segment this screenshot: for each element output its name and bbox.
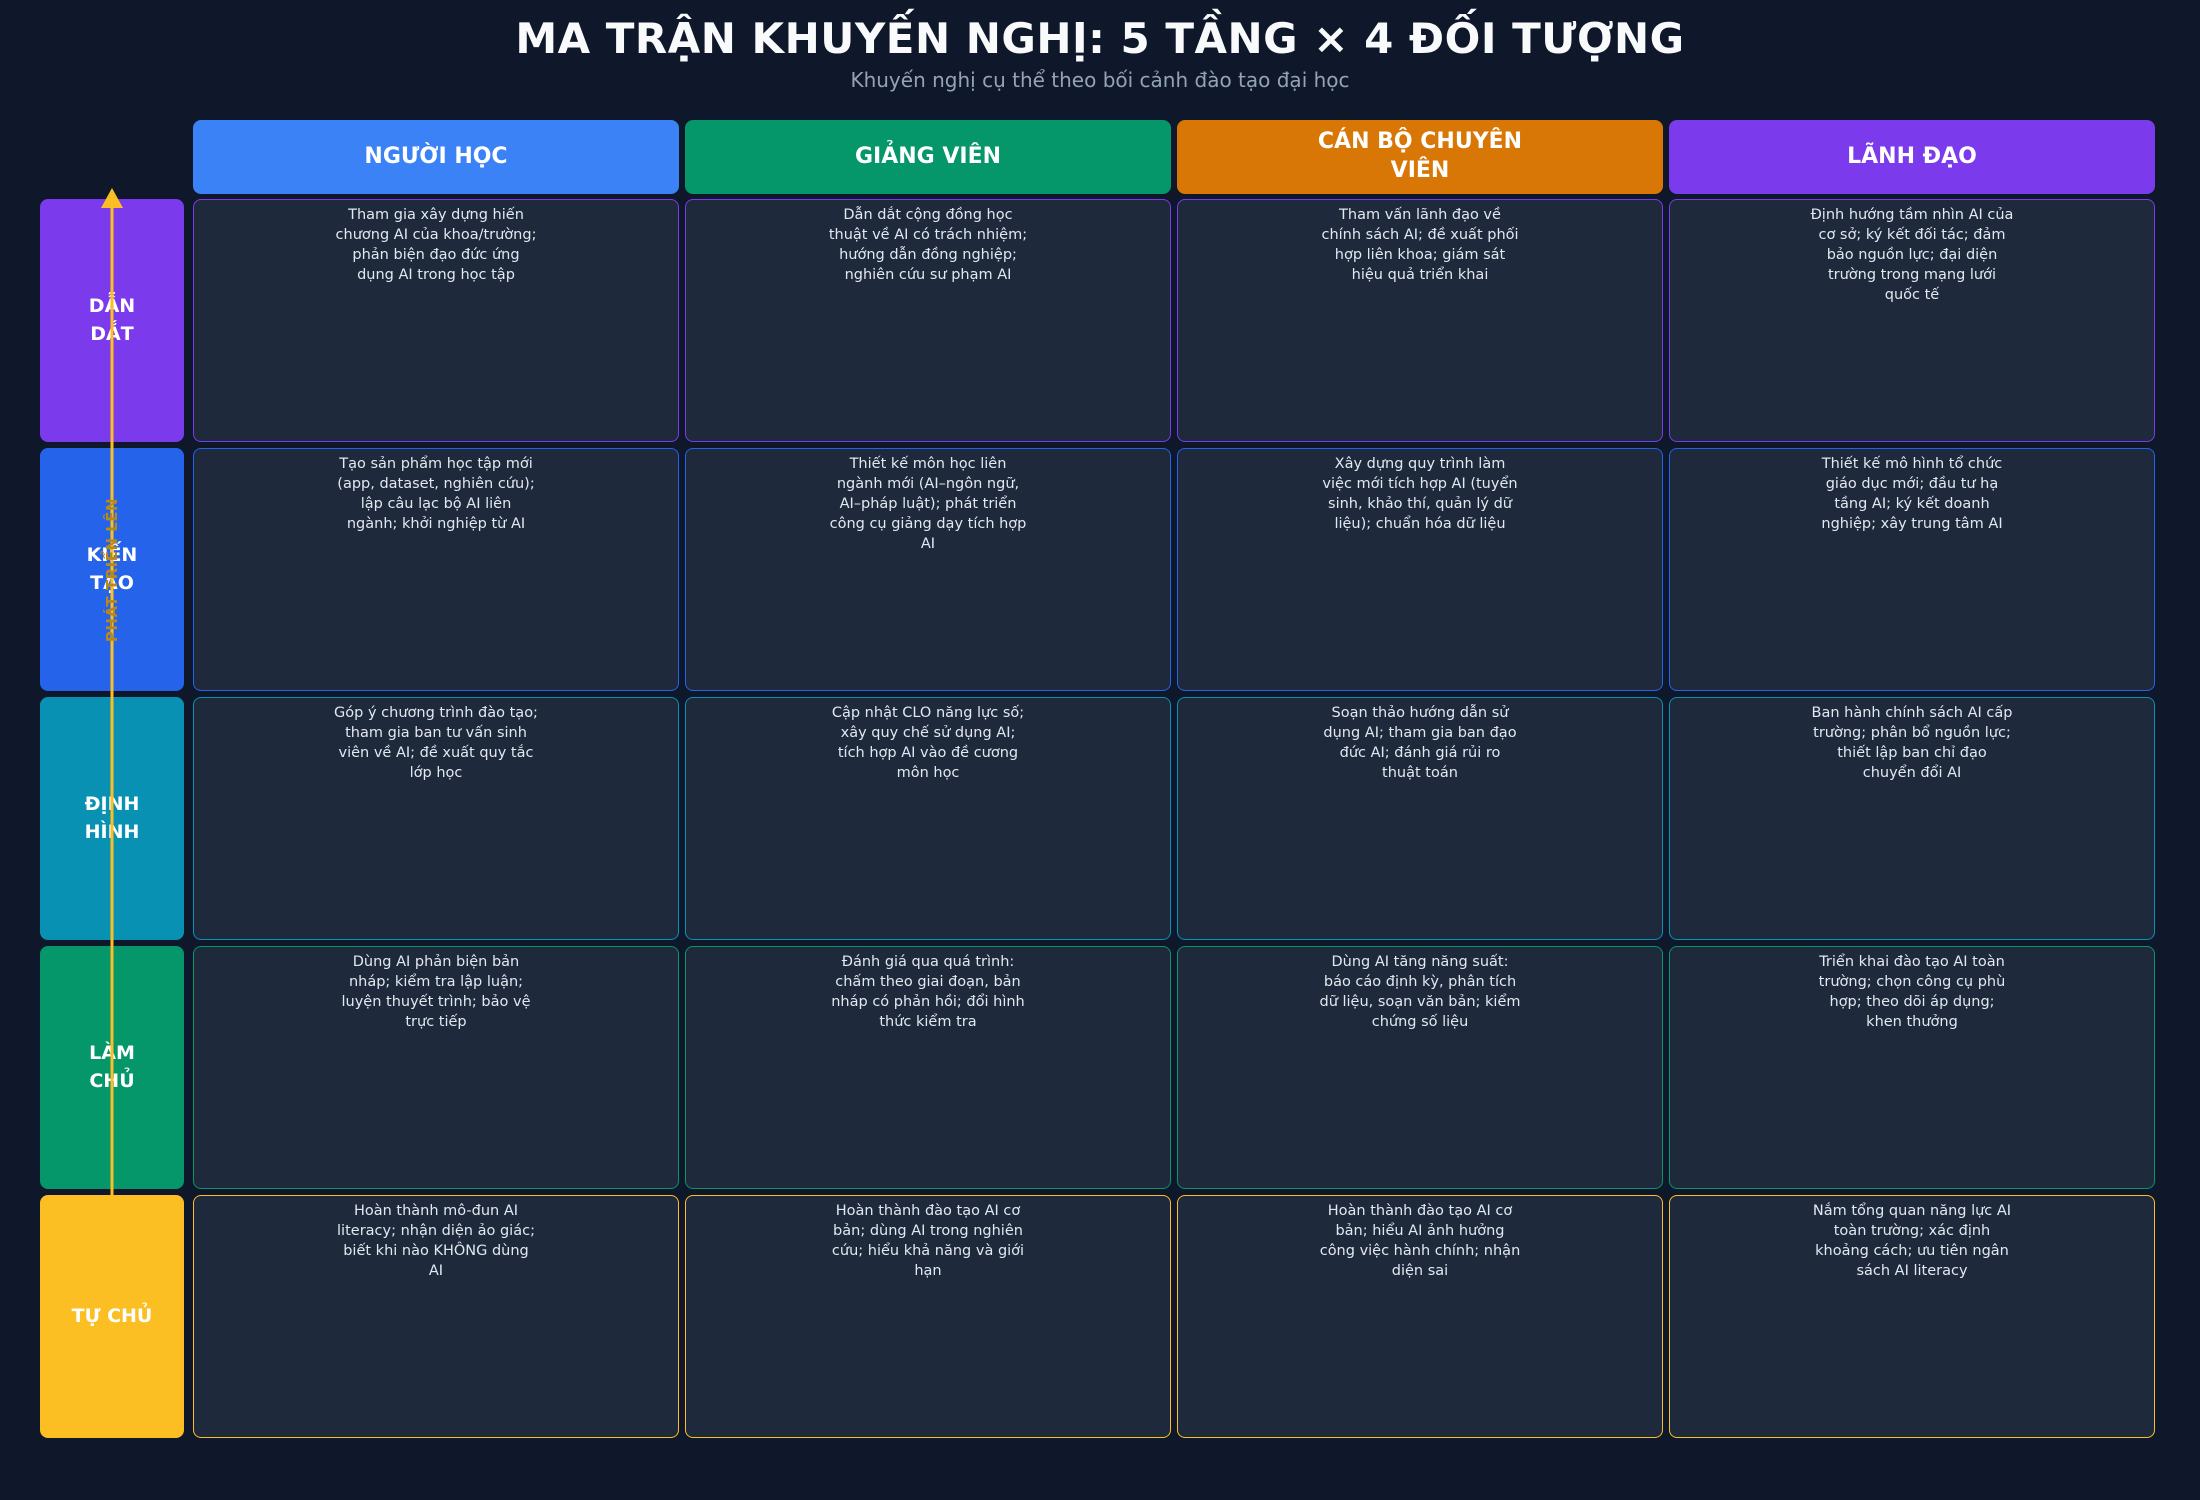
arrow-label: PHÁT TRIỂN LÊN [103, 497, 121, 643]
recommendation-matrix-page: MA TRẬN KHUYẾN NGHỊ: 5 TẦNG × 4 ĐỐI TƯỢN… [0, 0, 2200, 1500]
arrow-head-icon [101, 188, 123, 208]
development-arrow [101, 188, 123, 1196]
